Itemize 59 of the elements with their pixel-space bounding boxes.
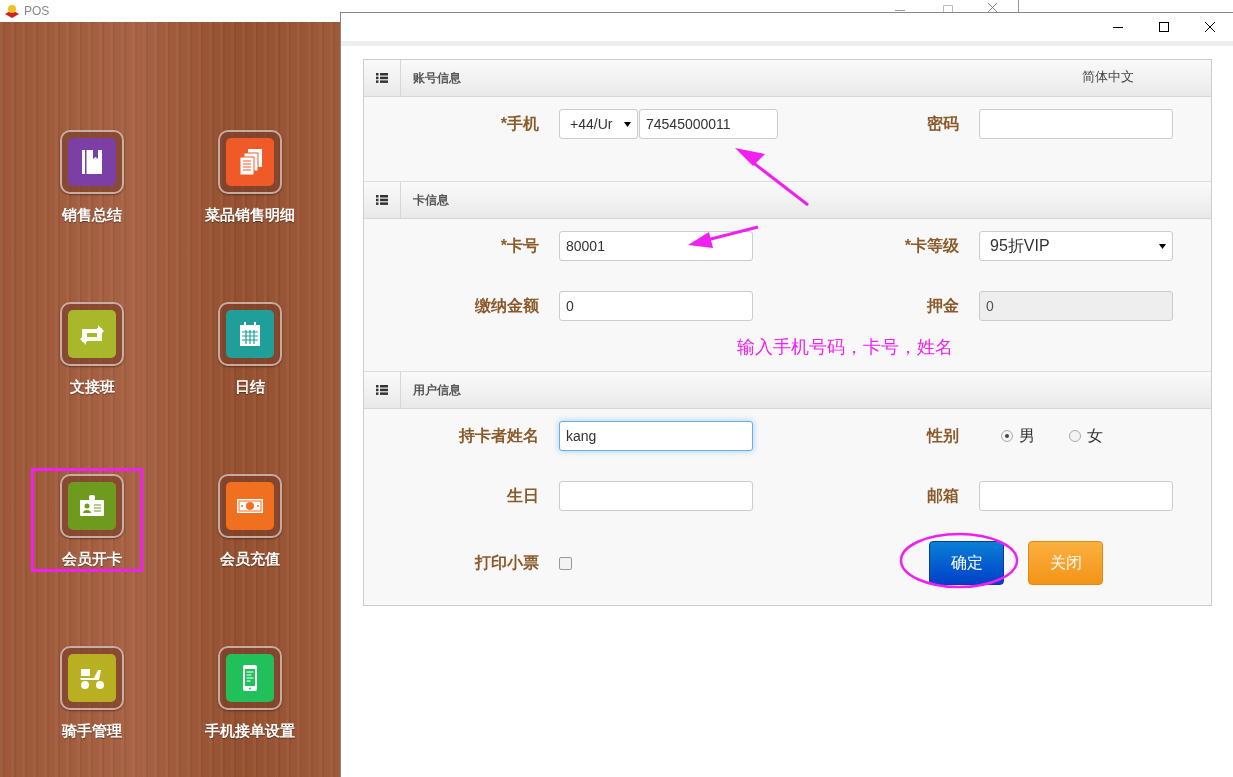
tile-button[interactable] xyxy=(60,130,124,194)
tile-button[interactable] xyxy=(218,302,282,366)
tile-label: 文接班 xyxy=(69,378,115,397)
field-label: 邮箱 xyxy=(926,485,959,506)
language-link[interactable]: 简体中文 xyxy=(1082,68,1134,86)
option-label: 男 xyxy=(1019,425,1035,446)
caret-icon xyxy=(624,121,631,127)
tile-label: 会员充值 xyxy=(220,550,280,569)
annotation-note: 输入手机号码，卡号，姓名 xyxy=(736,336,954,359)
input-field[interactable]: kang xyxy=(559,421,753,451)
level-select[interactable]: 95折VIP xyxy=(979,231,1173,261)
field-label: 持卡者姓名 xyxy=(457,425,539,446)
field-label: 打印小票 xyxy=(473,552,539,573)
option-label: 女 xyxy=(1087,425,1103,446)
radio-icon[interactable] xyxy=(1069,430,1081,442)
section-title: 账号信息 xyxy=(412,69,461,87)
input-field[interactable] xyxy=(559,481,753,511)
tile-label: 日结 xyxy=(235,378,265,397)
field-label: *卡等级 xyxy=(903,235,959,256)
phone-input[interactable]: 74545000011 xyxy=(639,109,778,139)
field-label: 押金 xyxy=(926,295,959,316)
field-label: *手机 xyxy=(499,113,539,134)
country-select[interactable]: +44/Ur xyxy=(559,109,638,139)
app-logo-icon xyxy=(4,3,20,19)
input-field[interactable]: 0 xyxy=(559,291,753,321)
field-label: 缴纳金额 xyxy=(474,295,539,316)
tile-button[interactable] xyxy=(218,474,282,538)
tile-label: 手机接单设置 xyxy=(205,722,295,741)
field-label: *卡号 xyxy=(499,235,539,256)
section-title: 卡信息 xyxy=(412,191,449,209)
close-icon[interactable] xyxy=(1204,21,1216,33)
list-icon xyxy=(376,385,388,395)
list-icon xyxy=(376,73,388,83)
tile-button[interactable] xyxy=(218,130,282,194)
caret-icon xyxy=(1159,243,1166,249)
field-label: 密码 xyxy=(926,113,959,134)
tile-label: 销售总结 xyxy=(62,206,122,225)
radio-option[interactable]: 女 xyxy=(1069,425,1103,447)
field-label: 生日 xyxy=(505,485,539,506)
confirm-button[interactable]: 确定 xyxy=(929,541,1004,585)
tile-button[interactable] xyxy=(60,474,124,538)
section-title: 用户信息 xyxy=(412,381,461,399)
tile-button[interactable] xyxy=(218,646,282,710)
tile-label: 菜品销售明细 xyxy=(205,206,295,225)
input-field[interactable] xyxy=(979,109,1173,139)
radio-option[interactable]: 男 xyxy=(1001,425,1035,447)
input-field[interactable] xyxy=(979,481,1173,511)
maximize-icon[interactable] xyxy=(1158,21,1170,33)
list-icon xyxy=(376,195,388,205)
annotation-arrow xyxy=(688,225,759,248)
input-field[interactable]: 80001 xyxy=(559,231,753,261)
field-label: 性别 xyxy=(925,425,959,446)
checkbox[interactable] xyxy=(559,556,572,570)
tile-button[interactable] xyxy=(60,646,124,710)
tile-label: 会员开卡 xyxy=(62,550,122,569)
tile-button[interactable] xyxy=(60,302,124,366)
tile-label: 骑手管理 xyxy=(62,722,122,741)
window-title: POS xyxy=(24,4,50,18)
radio-icon[interactable] xyxy=(1001,430,1013,442)
